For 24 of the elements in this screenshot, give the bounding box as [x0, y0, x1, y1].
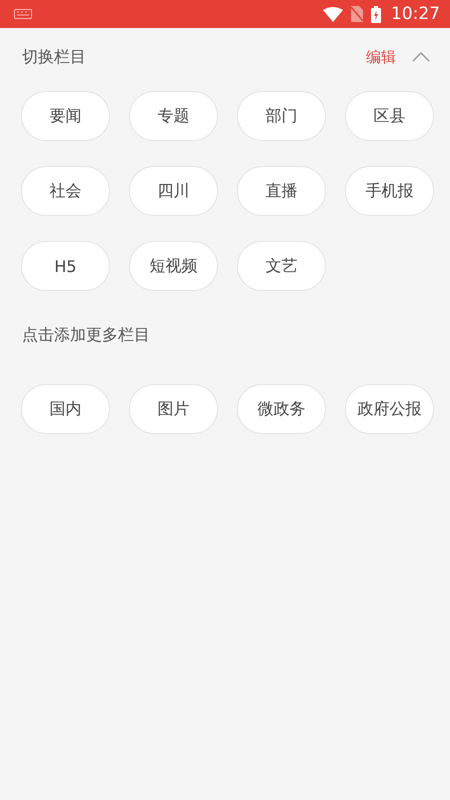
channel-chip[interactable]: 区县 — [345, 91, 434, 141]
battery-icon — [371, 6, 381, 22]
channel-chip[interactable]: 专题 — [129, 91, 218, 141]
channel-chip[interactable]: 四川 — [129, 166, 218, 216]
section-title: 切换栏目 — [22, 46, 86, 68]
clock-time: 10:27 — [391, 4, 440, 24]
channel-chip[interactable]: H5 — [21, 241, 110, 291]
channel-chip[interactable]: 政府公报 — [345, 384, 434, 434]
wifi-icon — [323, 6, 343, 22]
channel-chip[interactable]: 社会 — [21, 166, 110, 216]
no-sim-icon — [351, 6, 363, 22]
channel-chip[interactable]: 直播 — [237, 166, 326, 216]
section-title: 点击添加更多栏目 — [22, 324, 150, 346]
channel-chip[interactable]: 图片 — [129, 384, 218, 434]
channel-chip[interactable]: 要闻 — [21, 91, 110, 141]
channel-chip[interactable]: 文艺 — [237, 241, 326, 291]
keyboard-icon — [14, 9, 32, 19]
channel-chip[interactable]: 短视频 — [129, 241, 218, 291]
channel-chip[interactable]: 部门 — [237, 91, 326, 141]
channel-chip[interactable]: 微政务 — [237, 384, 326, 434]
edit-button[interactable]: 编辑 — [366, 48, 396, 66]
channel-chip[interactable]: 国内 — [21, 384, 110, 434]
channel-chip[interactable]: 手机报 — [345, 166, 434, 216]
collapse-chevron-icon[interactable] — [412, 52, 430, 62]
